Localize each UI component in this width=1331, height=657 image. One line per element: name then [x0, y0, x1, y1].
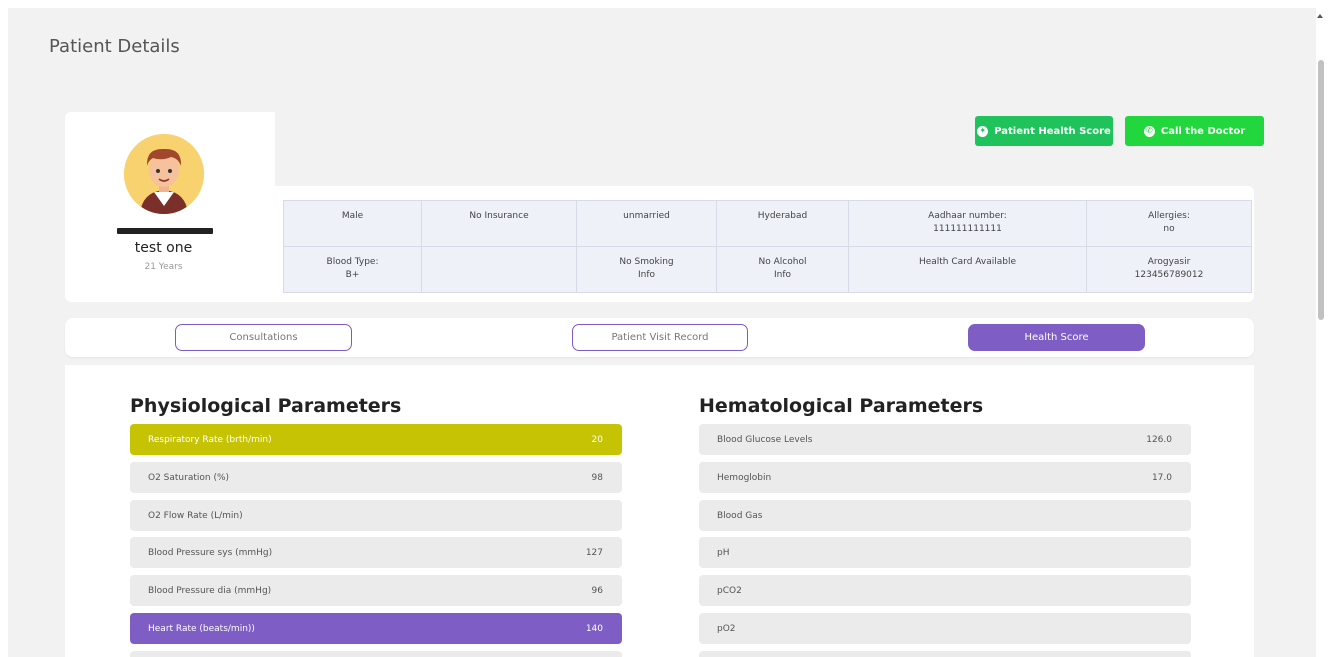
hematological-title: Hematological Parameters — [699, 395, 984, 417]
info-smoking: No Smoking Info — [576, 246, 717, 293]
info-marital-status: unmarried — [576, 200, 717, 247]
hema-row-pco2: pCO2 — [699, 575, 1191, 606]
scroll-up-arrow-icon[interactable] — [1317, 14, 1323, 18]
info-city: Hyderabad — [716, 200, 849, 247]
physio-row-bp-sys: Blood Pressure sys (mmHg) 127 — [130, 537, 622, 568]
tab-consultations[interactable]: Consultations — [175, 324, 352, 351]
info-allergies: Allergies: no — [1086, 200, 1252, 247]
hema-row-hemoglobin: Hemoglobin 17.0 — [699, 462, 1191, 493]
physio-row-o2-flow-rate: O2 Flow Rate (L/min) — [130, 500, 622, 531]
patient-age: 21 Years — [144, 262, 183, 272]
patient-summary: test one 21 Years — [65, 112, 275, 302]
tabs-bar: Consultations Patient Visit Record Healt… — [65, 318, 1254, 357]
health-score-button-label: Patient Health Score — [994, 125, 1111, 137]
parameters-panel: Physiological Parameters Hematological P… — [65, 365, 1254, 657]
call-doctor-button[interactable]: ✆ Call the Doctor — [1125, 116, 1264, 146]
hema-row-blood-gas: Blood Gas — [699, 500, 1191, 531]
physio-row-bp-dia: Blood Pressure dia (mmHg) 96 — [130, 575, 622, 606]
info-arogyasir: Arogyasir 123456789012 — [1086, 246, 1252, 293]
patient-info-table: Male No Insurance unmarried Hyderabad Aa… — [283, 200, 1252, 293]
physio-row-respiratory-rate: Respiratory Rate (brth/min) 20 — [130, 424, 622, 455]
tab-patient-visit-record[interactable]: Patient Visit Record — [572, 324, 748, 351]
physio-row-heart-rate: Heart Rate (beats/min)) 140 — [130, 613, 622, 644]
hema-row-next — [699, 651, 1191, 657]
physio-row-o2-saturation: O2 Saturation (%) 98 — [130, 462, 622, 493]
info-blood-type: Blood Type: B+ — [283, 246, 422, 293]
hema-row-po2: pO2 — [699, 613, 1191, 644]
hema-row-ph: pH — [699, 537, 1191, 568]
avatar — [124, 134, 204, 214]
health-score-icon: ✦ — [977, 125, 989, 137]
avatar-caption-bar — [117, 228, 213, 234]
phone-icon: ✆ — [1143, 125, 1155, 137]
page-background: Patient Details test one 21 Years ✦ Pati… — [8, 8, 1316, 657]
vertical-scrollbar[interactable] — [1318, 60, 1324, 320]
patient-health-score-button[interactable]: ✦ Patient Health Score — [975, 116, 1113, 146]
info-health-card: Health Card Available — [848, 246, 1087, 293]
page-title: Patient Details — [49, 36, 180, 57]
info-gender: Male — [283, 200, 422, 247]
patient-profile-card: test one 21 Years ✦ Patient Health Score… — [65, 112, 1264, 302]
physio-row-next — [130, 651, 622, 657]
hema-row-blood-glucose: Blood Glucose Levels 126.0 — [699, 424, 1191, 455]
call-doctor-button-label: Call the Doctor — [1160, 125, 1246, 137]
patient-name: test one — [134, 240, 193, 256]
info-aadhaar: Aadhaar number: 111111111111 — [848, 200, 1087, 247]
patient-info-panel: Male No Insurance unmarried Hyderabad Aa… — [274, 186, 1254, 302]
info-insurance: No Insurance — [421, 200, 577, 247]
info-alcohol: No Alcohol Info — [716, 246, 849, 293]
info-empty-cell — [421, 246, 577, 293]
tab-health-score[interactable]: Health Score — [968, 324, 1145, 351]
physiological-title: Physiological Parameters — [130, 395, 402, 417]
